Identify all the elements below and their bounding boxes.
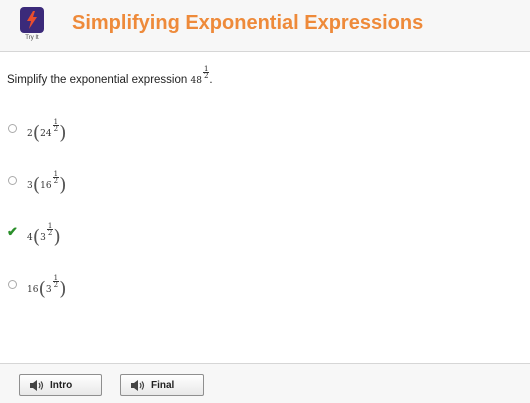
lightning-logo-icon xyxy=(27,11,37,29)
choice-expression: 4(3 1 2) xyxy=(27,222,61,249)
speaker-icon xyxy=(131,380,145,391)
choice-base: 16 xyxy=(40,181,52,191)
answer-choice-4[interactable]: 16(3 1 2) xyxy=(0,271,530,301)
final-button-label: Final xyxy=(151,380,175,391)
checkmark-icon: ✔ xyxy=(7,224,18,239)
choice-coefficient: 16 xyxy=(27,285,39,295)
intro-button[interactable]: Intro xyxy=(19,374,102,396)
header-bar: Try It Simplifying Exponential Expressio… xyxy=(0,0,530,52)
radio-icon[interactable] xyxy=(8,280,17,289)
try-it-logo xyxy=(20,7,44,33)
answer-choice-3[interactable]: ✔ 4(3 1 2) xyxy=(0,219,530,249)
intro-button-label: Intro xyxy=(50,380,73,391)
answer-choice-2[interactable]: 3(16 1 2) xyxy=(0,167,530,197)
question-text: Simplify the exponential expression 48 1 2… xyxy=(7,66,213,87)
radio-icon[interactable] xyxy=(8,176,17,185)
logo-caption: Try It xyxy=(25,35,39,41)
question-period: . xyxy=(209,74,213,86)
radio-icon[interactable] xyxy=(8,124,17,133)
page-title: Simplifying Exponential Expressions xyxy=(72,12,424,34)
choice-base: 3 xyxy=(45,285,52,295)
question-base: 48 xyxy=(190,76,202,86)
choice-expression: 2(24 1 2) xyxy=(27,118,67,145)
choice-expression: 3(16 1 2) xyxy=(27,170,67,197)
question-prompt: Simplify the exponential expression xyxy=(7,74,188,86)
choice-base: 24 xyxy=(40,129,52,139)
choice-base: 3 xyxy=(40,233,46,243)
speaker-icon xyxy=(30,380,44,391)
footer-bar: Intro Final xyxy=(0,363,530,403)
choice-expression: 16(3 1 2) xyxy=(27,274,67,301)
final-button[interactable]: Final xyxy=(120,374,204,396)
answer-choice-1[interactable]: 2(24 1 2) xyxy=(0,115,530,145)
